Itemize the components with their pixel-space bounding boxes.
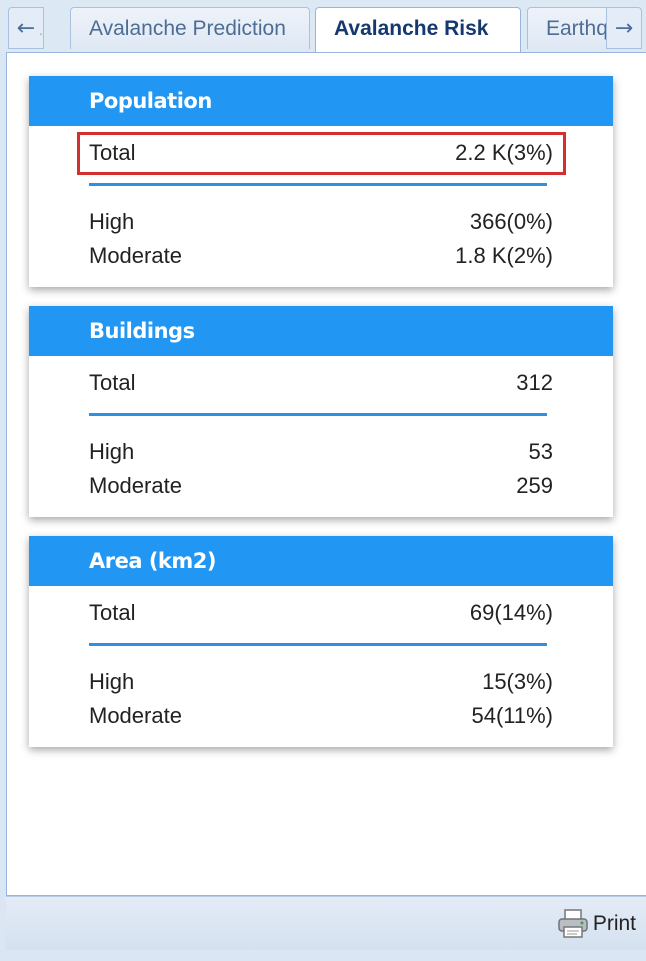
row-value: 15(3%) <box>482 669 553 694</box>
row-label: Moderate <box>89 703 182 728</box>
row-label: Moderate <box>89 473 182 498</box>
print-label: Print <box>592 912 636 935</box>
row-value: 259 <box>516 473 553 498</box>
print-button[interactable]: Print <box>557 907 636 941</box>
arrow-left-icon: ← <box>16 15 36 41</box>
clipped-tab-fragment: . <box>39 24 43 38</box>
card-title: Population <box>29 76 613 126</box>
tab-label: Earthq <box>546 17 608 40</box>
moderate-row: Moderate 1.8 K(2%) <box>89 239 553 273</box>
card-title: Area (km2) <box>29 536 613 586</box>
population-card: Population Total 2.2 K(3%) High 366(0%) … <box>29 76 613 287</box>
high-row: High 53 <box>89 435 553 469</box>
moderate-row: Moderate 54(11%) <box>89 699 553 733</box>
row-value: 54(11%) <box>471 703 553 728</box>
row-value: 1.8 K(2%) <box>455 243 553 268</box>
high-row: High 366(0%) <box>89 205 553 239</box>
row-value: 366(0%) <box>469 209 553 234</box>
row-label: Moderate <box>89 243 182 268</box>
card-title: Buildings <box>29 306 613 356</box>
moderate-row: Moderate 259 <box>89 469 553 503</box>
row-value: 2.2 K(3%) <box>455 140 553 165</box>
row-label: Total <box>89 140 136 165</box>
tab-avalanche-prediction[interactable]: Avalanche Prediction <box>70 7 310 49</box>
row-label: High <box>89 209 135 234</box>
tab-label: Avalanche Risk <box>334 17 489 40</box>
tab-strip: ← . Avalanche Prediction Avalanche Risk … <box>0 0 646 53</box>
row-value: 69(14%) <box>469 600 553 625</box>
total-row: Total 69(14%) <box>89 596 553 630</box>
row-label: High <box>89 669 135 694</box>
tab-scroll-left-button[interactable]: ← . <box>8 7 44 49</box>
printer-icon <box>558 909 588 938</box>
tab-avalanche-risk[interactable]: Avalanche Risk <box>315 7 521 53</box>
row-label: Total <box>89 600 136 625</box>
panel-footer: Print <box>6 896 646 950</box>
tab-scroll-right-button[interactable]: → <box>606 7 642 49</box>
row-label: High <box>89 439 135 464</box>
tab-label: Avalanche Prediction <box>89 17 286 40</box>
total-row: Total 2.2 K(3%) <box>89 136 553 170</box>
row-value: 312 <box>516 370 553 395</box>
buildings-card: Buildings Total 312 High 53 Moderate 259 <box>29 306 613 517</box>
row-label: Total <box>89 370 136 395</box>
arrow-right-icon: → <box>614 15 634 41</box>
total-row: Total 312 <box>89 366 553 400</box>
content-panel: Population Total 2.2 K(3%) High 366(0%) … <box>6 52 646 896</box>
area-card: Area (km2) Total 69(14%) High 15(3%) Mod… <box>29 536 613 747</box>
row-value: 53 <box>528 439 553 464</box>
tab-earthquake[interactable]: Earthq <box>527 7 609 49</box>
high-row: High 15(3%) <box>89 665 553 699</box>
